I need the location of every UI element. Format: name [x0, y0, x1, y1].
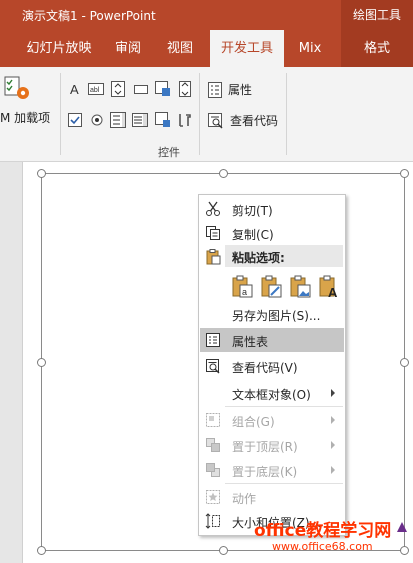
submenu-arrow-icon — [331, 441, 335, 449]
svg-text:A: A — [70, 82, 79, 96]
resize-handle[interactable] — [400, 169, 409, 178]
spin-control-icon[interactable] — [110, 81, 126, 97]
menu-item-label: 查看代码(V) — [232, 361, 298, 375]
svg-text:A: A — [328, 285, 338, 299]
svg-text:a: a — [242, 287, 247, 297]
menu-item-label: 复制(C) — [232, 228, 274, 242]
menu-item-bring-to-front: 置于顶层(R) — [200, 433, 344, 457]
resize-handle[interactable] — [219, 169, 228, 178]
menu-item-label: 动作 — [232, 492, 257, 506]
paste-text-only-button[interactable]: A — [317, 275, 341, 300]
menu-item-label: 属性表 — [232, 335, 269, 349]
bring-to-front-icon — [206, 438, 220, 452]
checkbox-control-icon[interactable] — [67, 112, 83, 128]
resize-handle[interactable] — [400, 546, 409, 555]
addins-label[interactable]: M 加载项 — [0, 109, 50, 126]
properties-label: 属性 — [228, 83, 253, 97]
properties-button[interactable]: 属性 — [208, 81, 252, 98]
watermark-logo-icon — [397, 522, 407, 532]
paste-keep-format-button[interactable] — [259, 275, 283, 299]
submenu-arrow-icon — [331, 416, 335, 424]
menu-item-save-as-picture[interactable]: 另存为图片(S)... — [200, 302, 344, 326]
combobox-control-icon[interactable] — [132, 112, 148, 128]
resize-handle[interactable] — [37, 358, 46, 367]
tab-slideshow[interactable]: 幻灯片放映 — [18, 30, 100, 67]
send-to-back-icon — [206, 463, 220, 477]
group-divider — [60, 73, 61, 155]
tab-format[interactable]: 格式 — [341, 30, 413, 67]
clipboard-icon — [206, 249, 221, 265]
view-code-icon — [206, 359, 220, 374]
title-bar: 演示文稿1 - PowerPoint 绘图工具 — [0, 0, 413, 30]
label-control-icon[interactable]: A — [67, 81, 83, 97]
radio-control-icon[interactable] — [89, 112, 105, 128]
textbox-control-icon[interactable]: abl — [88, 81, 104, 97]
paste-use-theme-button[interactable]: a — [230, 275, 254, 299]
button-control-icon[interactable] — [133, 81, 149, 97]
listbox-control-icon[interactable] — [110, 112, 126, 128]
paste-theme-icon: a — [232, 275, 253, 298]
paste-options-header: 粘贴选项: — [225, 245, 343, 267]
menu-item-view-code[interactable]: 查看代码(V) — [200, 354, 344, 378]
controls-group-label: 控件 — [158, 146, 180, 159]
menu-separator — [225, 406, 343, 407]
watermark-url: www.office68.com — [272, 540, 373, 553]
view-code-label: 查看代码 — [230, 114, 279, 128]
copy-icon — [206, 226, 220, 240]
window-title: 演示文稿1 - PowerPoint — [22, 9, 156, 23]
paste-options-label: 粘贴选项: — [232, 251, 285, 265]
scrollbar-control-icon[interactable] — [177, 81, 193, 97]
group-icon — [206, 413, 220, 427]
watermark-title: office教程学习网 — [254, 521, 392, 541]
paste-picture-button[interactable] — [288, 275, 312, 299]
view-code-icon — [208, 112, 223, 128]
tab-mix[interactable]: Mix — [290, 30, 330, 67]
menu-item-group: 组合(G) — [200, 408, 344, 432]
ribbon: M 加载项 A abl 属性 查看代码 控件 — [0, 67, 413, 162]
properties-icon — [208, 81, 222, 98]
menu-item-label: 置于顶层(R) — [232, 440, 298, 454]
menu-item-label: 置于底层(K) — [232, 465, 298, 479]
menu-item-label: 组合(G) — [232, 415, 275, 429]
addins-icon[interactable] — [3, 75, 33, 103]
resize-handle[interactable] — [37, 546, 46, 555]
view-code-button[interactable]: 查看代码 — [208, 112, 278, 129]
menu-item-label: 剪切(T) — [232, 204, 273, 218]
submenu-arrow-icon — [331, 466, 335, 474]
tab-view[interactable]: 视图 — [158, 30, 202, 67]
drawing-tools-title: 绘图工具 — [341, 0, 413, 30]
size-position-icon — [205, 513, 220, 529]
tab-review[interactable]: 审阅 — [106, 30, 150, 67]
ribbon-tabs: 幻灯片放映 审阅 视图 开发工具 Mix 格式 — [0, 30, 413, 67]
svg-text:abl: abl — [90, 87, 100, 94]
submenu-arrow-icon — [331, 389, 335, 397]
menu-item-cut[interactable]: 剪切(T) — [200, 197, 344, 221]
context-menu: 剪切(T) 复制(C) 粘贴选项: a A 另存为图片(S)... 属性表 查看… — [198, 194, 346, 536]
group-divider — [286, 73, 287, 155]
menu-separator — [225, 483, 343, 484]
paste-keep-format-icon — [261, 275, 282, 298]
menu-item-animation: 动作 — [200, 485, 344, 509]
menu-item-label: 文本框对象(O) — [232, 388, 311, 402]
toggle-control-icon[interactable] — [155, 112, 171, 128]
menu-item-send-to-back: 置于底层(K) — [200, 458, 344, 482]
properties-icon — [206, 333, 220, 347]
paste-text-only-icon: A — [319, 275, 338, 300]
resize-handle[interactable] — [37, 169, 46, 178]
image-control-icon[interactable] — [155, 81, 171, 97]
menu-item-label: 另存为图片(S)... — [232, 309, 321, 323]
tab-developer[interactable]: 开发工具 — [210, 30, 284, 67]
action-star-icon — [206, 490, 220, 504]
menu-item-textbox-object[interactable]: 文本框对象(O) — [200, 381, 344, 405]
resize-handle[interactable] — [219, 546, 228, 555]
menu-item-copy[interactable]: 复制(C) — [200, 221, 344, 245]
group-divider — [199, 73, 200, 155]
scissors-icon — [206, 201, 220, 216]
resize-handle[interactable] — [400, 358, 409, 367]
menu-item-properties[interactable]: 属性表 — [200, 328, 344, 352]
paste-picture-icon — [290, 275, 311, 298]
more-controls-icon[interactable] — [177, 112, 193, 128]
